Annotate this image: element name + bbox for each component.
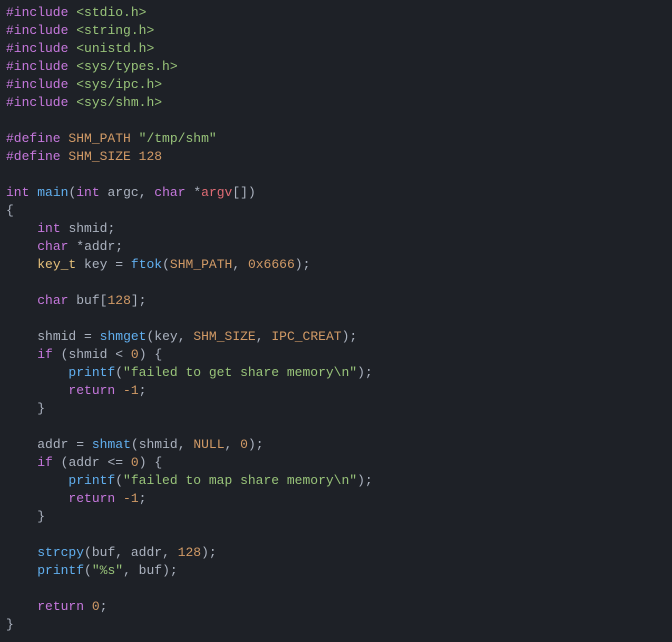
type-keyword: int <box>37 221 60 236</box>
identifier: shmid <box>37 329 76 344</box>
header-name: <stdio.h> <box>76 5 146 20</box>
type-keyword: char <box>37 239 68 254</box>
function-call: printf <box>37 563 84 578</box>
number-literal: 0 <box>92 599 100 614</box>
preproc-include: #include <box>6 95 68 110</box>
function-call: shmat <box>92 437 131 452</box>
macro-value: "/tmp/shm" <box>139 131 217 146</box>
number-literal: 128 <box>107 293 130 308</box>
macro-name: SHM_PATH <box>68 131 130 146</box>
number-literal: -1 <box>123 491 139 506</box>
preproc-include: #include <box>6 77 68 92</box>
string-literal: "%s" <box>92 563 123 578</box>
function-name: main <box>37 185 68 200</box>
type-keyword: key_t <box>37 257 76 272</box>
type-keyword: int <box>6 185 29 200</box>
identifier: buf <box>76 293 99 308</box>
constant: SHM_PATH <box>170 257 232 272</box>
header-name: <sys/ipc.h> <box>76 77 162 92</box>
function-call: shmget <box>100 329 147 344</box>
function-call: strcpy <box>37 545 84 560</box>
string-literal: "failed to map share memory\n" <box>123 473 357 488</box>
function-call: printf <box>68 473 115 488</box>
macro-value: 128 <box>139 149 162 164</box>
preproc-include: #include <box>6 41 68 56</box>
keyword-if: if <box>37 347 53 362</box>
header-name: <sys/shm.h> <box>76 95 162 110</box>
keyword-return: return <box>68 491 115 506</box>
keyword-return: return <box>37 599 84 614</box>
keyword-if: if <box>37 455 53 470</box>
identifier: key <box>84 257 107 272</box>
number-literal: 0x6666 <box>248 257 295 272</box>
param-name: argv <box>201 185 232 200</box>
preproc-define: #define <box>6 149 61 164</box>
header-name: <unistd.h> <box>76 41 154 56</box>
function-call: ftok <box>131 257 162 272</box>
preproc-include: #include <box>6 59 68 74</box>
number-literal: -1 <box>123 383 139 398</box>
preproc-include: #include <box>6 5 68 20</box>
code-block: #include <stdio.h> #include <string.h> #… <box>0 0 672 638</box>
identifier: shmid <box>68 221 107 236</box>
function-call: printf <box>68 365 115 380</box>
identifier: addr <box>37 437 68 452</box>
preproc-define: #define <box>6 131 61 146</box>
constant: NULL <box>193 437 224 452</box>
constant: SHM_SIZE <box>193 329 255 344</box>
type-keyword: char <box>154 185 185 200</box>
string-literal: "failed to get share memory\n" <box>123 365 357 380</box>
keyword-return: return <box>68 383 115 398</box>
param-name: argc <box>107 185 138 200</box>
constant: IPC_CREAT <box>271 329 341 344</box>
identifier: addr <box>84 239 115 254</box>
macro-name: SHM_SIZE <box>68 149 130 164</box>
header-name: <string.h> <box>76 23 154 38</box>
preproc-include: #include <box>6 23 68 38</box>
type-keyword: char <box>37 293 68 308</box>
header-name: <sys/types.h> <box>76 59 177 74</box>
type-keyword: int <box>76 185 99 200</box>
